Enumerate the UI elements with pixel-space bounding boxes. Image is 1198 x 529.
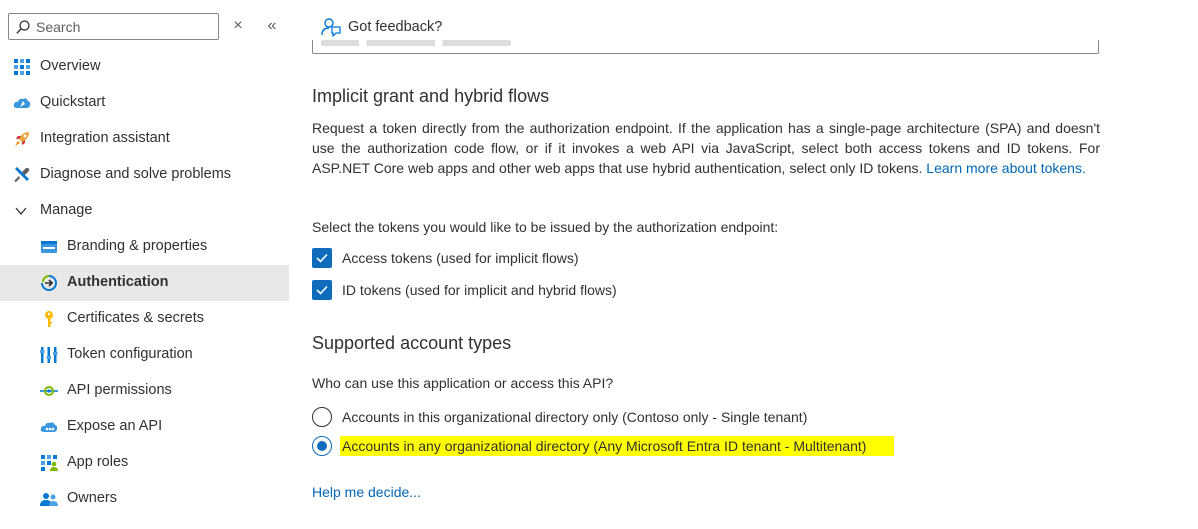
token-icon: [40, 347, 58, 363]
search-input[interactable]: [36, 16, 214, 37]
help-me-decide-link[interactable]: Help me decide...: [312, 484, 421, 500]
sidebar-item-label: Branding & properties: [67, 238, 208, 254]
sidebar-item-label: Manage: [40, 202, 93, 218]
search-box[interactable]: [8, 13, 219, 40]
sidebar-item-label: Integration assistant: [40, 130, 170, 146]
input-value-cropped: [321, 40, 511, 46]
learn-more-link[interactable]: Learn more about tokens.: [926, 160, 1086, 176]
sidebar-item-label: Overview: [40, 58, 101, 74]
access-tokens-label: Access tokens (used for implicit flows): [342, 250, 579, 266]
sidebar-item-diagnose[interactable]: Diagnose and solve problems: [0, 157, 289, 193]
single-tenant-label: Accounts in this organizational director…: [342, 409, 808, 425]
sidebar-item-label: Expose an API: [67, 418, 163, 434]
single-tenant-option[interactable]: Accounts in this organizational director…: [312, 406, 807, 428]
app-roles-icon: [41, 455, 58, 471]
owners-icon: [40, 493, 58, 506]
feedback-icon: [321, 18, 341, 37]
implicit-grant-description: Request a token directly from the author…: [312, 120, 1100, 176]
search-icon: [16, 20, 30, 34]
wrench-icon: [14, 167, 30, 182]
implicit-grant-heading: Implicit grant and hybrid flows: [312, 86, 550, 106]
quickstart-icon: [13, 98, 31, 108]
sidebar-item-certificates[interactable]: Certificates & secrets: [0, 301, 289, 337]
sidebar-item-label: Certificates & secrets: [67, 310, 204, 326]
sidebar-item-overview[interactable]: Overview: [0, 49, 289, 85]
supported-account-types-heading: Supported account types: [312, 333, 512, 353]
sidebar-item-authentication[interactable]: Authentication: [0, 265, 289, 301]
sidebar-item-label: App roles: [67, 454, 129, 470]
feedback-button[interactable]: Got feedback?: [321, 16, 442, 38]
sidebar-nav: Overview Quickstart Integration assistan…: [0, 49, 289, 517]
sidebar-item-label: API permissions: [67, 382, 172, 398]
multi-tenant-option[interactable]: Accounts in any organizational directory…: [312, 435, 895, 457]
branding-icon: [41, 241, 57, 253]
collapse-sidebar-button[interactable]: «: [262, 16, 282, 36]
sidebar-item-label: Quickstart: [40, 94, 106, 110]
sidebar-group-manage[interactable]: Manage: [0, 193, 289, 229]
sidebar-item-expose-api[interactable]: Expose an API: [0, 409, 289, 445]
sidebar-item-api-permissions[interactable]: API permissions: [0, 373, 289, 409]
checkmark-icon: [316, 253, 328, 263]
id-tokens-label: ID tokens (used for implicit and hybrid …: [342, 282, 617, 298]
cloud-icon: [40, 422, 58, 432]
select-tokens-label: Select the tokens you would like to be i…: [312, 219, 779, 235]
access-tokens-checkbox[interactable]: [312, 248, 332, 268]
account-question-label: Who can use this application or access t…: [312, 375, 614, 391]
single-tenant-radio[interactable]: [312, 407, 332, 427]
sidebar-item-label: Diagnose and solve problems: [40, 166, 232, 182]
sidebar-item-owners[interactable]: Owners: [0, 481, 289, 517]
multi-tenant-label: Accounts in any organizational directory…: [340, 436, 895, 456]
api-permissions-icon: [40, 386, 58, 396]
main-content: Got feedback? Implicit grant and hybrid …: [289, 0, 1198, 529]
access-tokens-option[interactable]: Access tokens (used for implicit flows): [312, 247, 579, 269]
checkmark-icon: [316, 285, 328, 295]
sidebar: × « Overview Quickstart: [0, 0, 289, 529]
sidebar-item-label: Authentication: [67, 274, 169, 290]
key-icon: [45, 311, 53, 327]
id-tokens-checkbox[interactable]: [312, 280, 332, 300]
rocket-icon: [15, 132, 29, 146]
id-tokens-option[interactable]: ID tokens (used for implicit and hybrid …: [312, 279, 617, 301]
search-row: × «: [0, 0, 289, 50]
redirect-uri-input[interactable]: [312, 40, 1099, 54]
sidebar-item-branding[interactable]: Branding & properties: [0, 229, 289, 265]
sidebar-item-token-configuration[interactable]: Token configuration: [0, 337, 289, 373]
sidebar-item-app-roles[interactable]: App roles: [0, 445, 289, 481]
sidebar-item-label: Owners: [67, 490, 117, 506]
feedback-label: Got feedback?: [348, 19, 443, 35]
sidebar-item-label: Token configuration: [67, 346, 193, 362]
sidebar-item-integration-assistant[interactable]: Integration assistant: [0, 121, 289, 157]
multi-tenant-radio[interactable]: [312, 436, 332, 456]
sidebar-item-quickstart[interactable]: Quickstart: [0, 85, 289, 121]
authentication-icon: [41, 275, 57, 291]
clear-search-button[interactable]: ×: [229, 16, 247, 36]
chevron-down-icon: [15, 207, 27, 216]
overview-icon: [14, 59, 30, 75]
